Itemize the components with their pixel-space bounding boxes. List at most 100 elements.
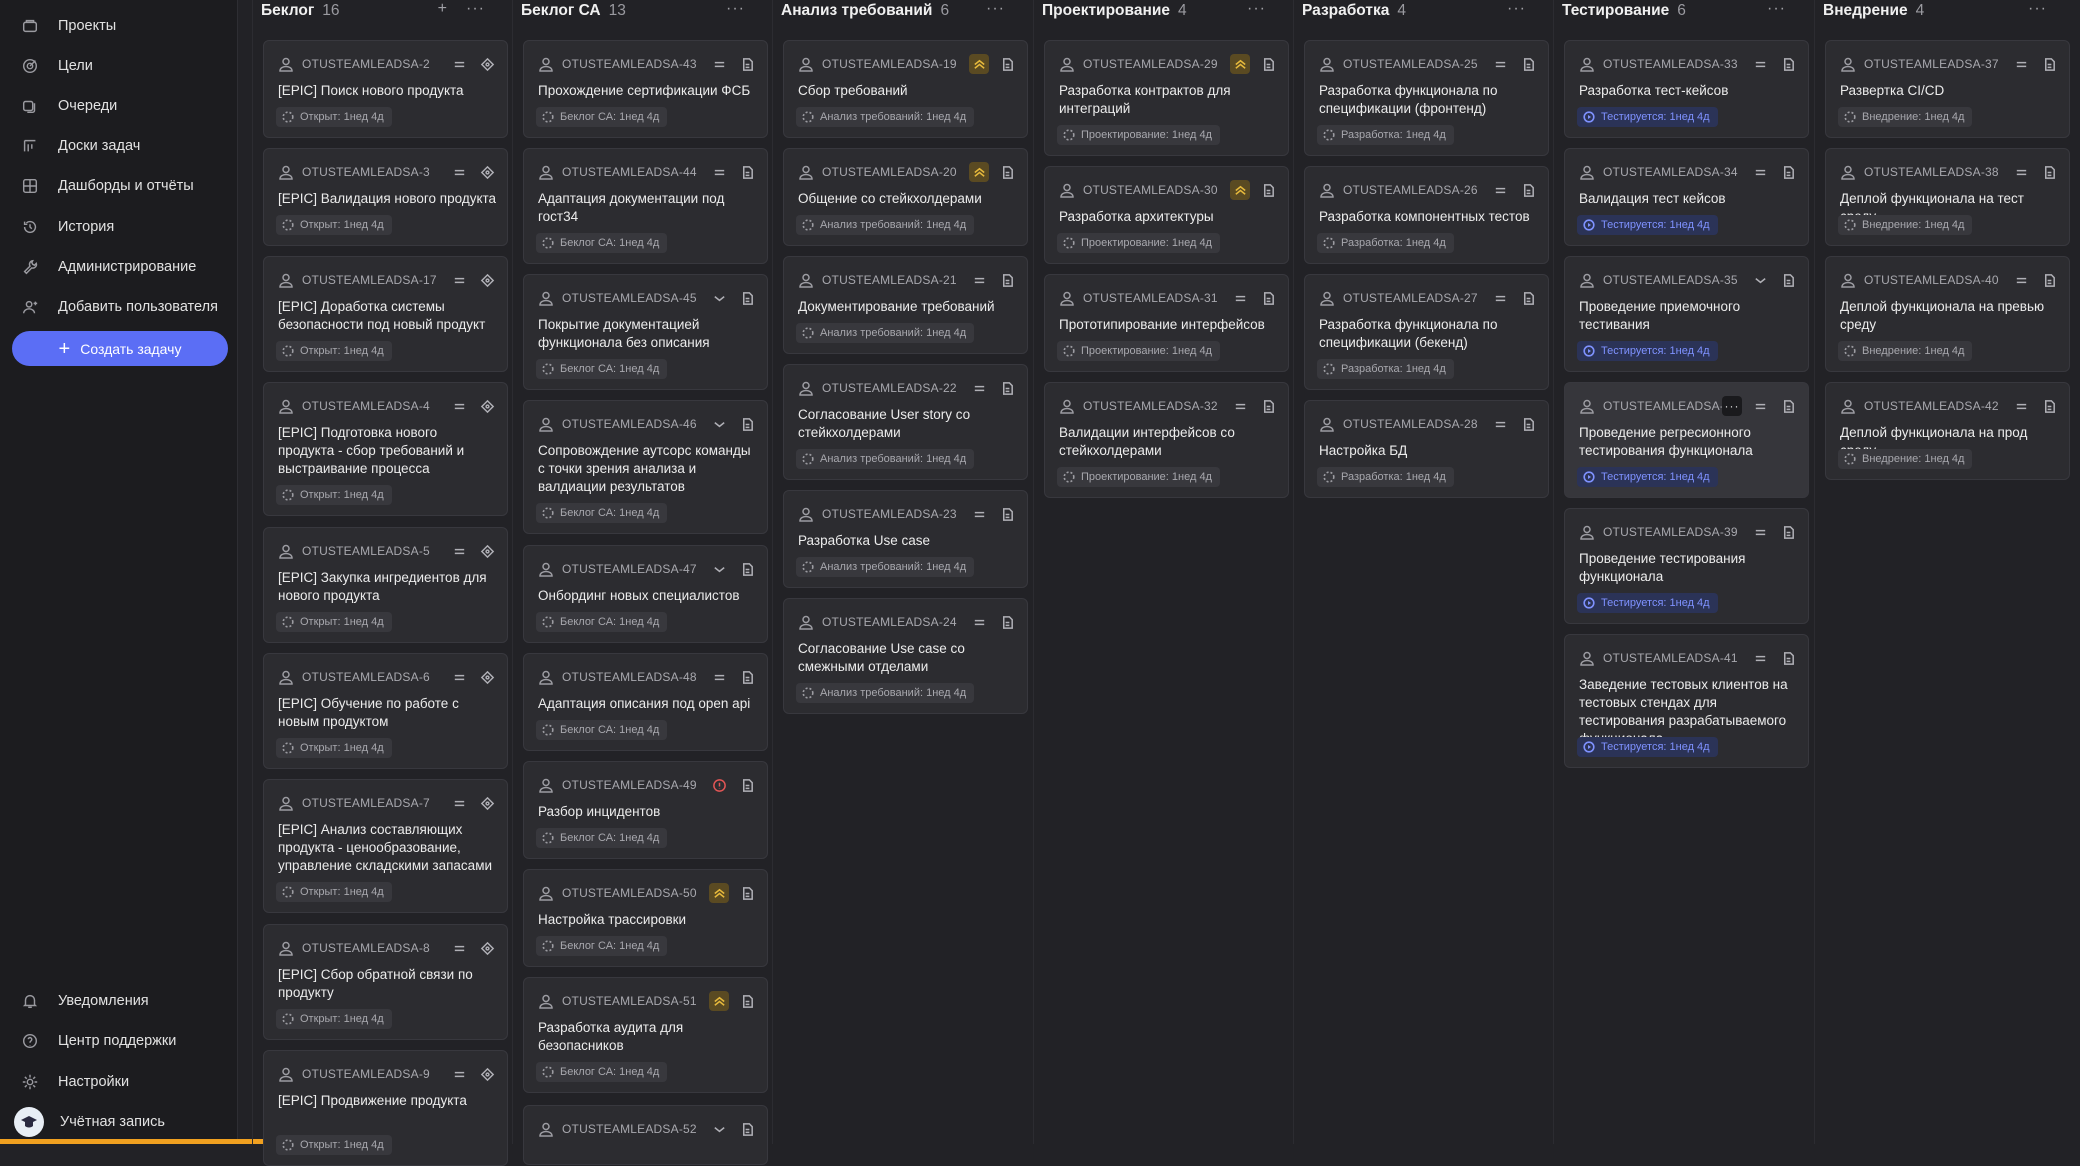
user-icon[interactable] [1319,416,1335,432]
card-key[interactable]: OTUSTEAMLEADSA-24 [822,615,957,629]
normal-priority-icon[interactable] [1230,288,1250,308]
card-key[interactable]: OTUSTEAMLEADSA-51 [562,994,697,1008]
card-key[interactable]: OTUSTEAMLEADSA-19 [822,57,957,71]
card-key[interactable]: OTUSTEAMLEADSA-25 [1343,57,1478,71]
task-card[interactable]: OTUSTEAMLEADSA-20 Общение со стейкхолдера… [783,148,1028,246]
user-icon[interactable] [798,506,814,522]
column-menu-button[interactable]: ··· [1247,0,1266,18]
normal-priority-icon[interactable] [449,54,469,74]
column-menu-button[interactable]: ··· [726,0,745,18]
column-menu-button[interactable]: ··· [2028,0,2047,18]
task-card[interactable]: OTUSTEAMLEADSA-26 Разработка компонентных… [1304,166,1549,264]
task-card[interactable]: OTUSTEAMLEADSA-40 Деплой функционала на п… [1825,256,2070,372]
critical-priority-icon[interactable] [709,775,729,795]
user-icon[interactable] [798,380,814,396]
normal-priority-icon[interactable] [1750,54,1770,74]
high-priority-icon[interactable] [1230,180,1250,200]
task-card[interactable]: OTUSTEAMLEADSA-7 [EPIC] Анализ составляющ… [263,779,508,913]
user-icon[interactable] [1319,56,1335,72]
user-icon[interactable] [1059,182,1075,198]
sidebar-item-boards[interactable]: Доски задач [20,126,230,166]
card-key[interactable]: OTUSTEAMLEADSA-45 [562,291,697,305]
column-menu-button[interactable]: ··· [466,0,485,18]
user-icon[interactable] [538,777,554,793]
user-icon[interactable] [278,1066,294,1082]
sidebar-item-account[interactable]: Учётная запись [14,1102,230,1142]
column-menu-button[interactable]: ··· [986,0,1005,18]
card-key[interactable]: OTUSTEAMLEADSA-50 [562,886,697,900]
normal-priority-icon[interactable] [1490,288,1510,308]
card-key[interactable]: OTUSTEAMLEADSA-23 [822,507,957,521]
sidebar-item-settings[interactable]: Настройки [20,1062,230,1102]
normal-priority-icon[interactable] [449,667,469,687]
high-priority-icon[interactable] [709,991,729,1011]
card-key[interactable]: OTUSTEAMLEADSA-21 [822,273,957,287]
low-priority-icon[interactable] [709,559,729,579]
user-icon[interactable] [1579,398,1595,414]
task-card[interactable]: OTUSTEAMLEADSA-39 Проведение тестирования… [1564,508,1809,624]
task-card[interactable]: OTUSTEAMLEADSA-36 ··· Проведение регресион… [1564,382,1809,498]
normal-priority-icon[interactable] [969,612,989,632]
user-icon[interactable] [1840,56,1856,72]
task-card[interactable]: OTUSTEAMLEADSA-4 [EPIC] Подготовка нового… [263,382,508,516]
task-card[interactable]: OTUSTEAMLEADSA-24 Согласование Use case с… [783,598,1028,714]
task-card[interactable]: OTUSTEAMLEADSA-45 Покрытие документацией … [523,274,768,390]
card-key[interactable]: OTUSTEAMLEADSA-3 [302,165,430,179]
normal-priority-icon[interactable] [969,504,989,524]
task-card[interactable]: OTUSTEAMLEADSA-27 Разработка функционала … [1304,274,1549,390]
normal-priority-icon[interactable] [1490,180,1510,200]
user-icon[interactable] [538,416,554,432]
card-key[interactable]: OTUSTEAMLEADSA-27 [1343,291,1478,305]
normal-priority-icon[interactable] [449,541,469,561]
card-key[interactable]: OTUSTEAMLEADSA-44 [562,165,697,179]
task-card[interactable]: OTUSTEAMLEADSA-33 Разработка тест-кейсов Т… [1564,40,1809,138]
normal-priority-icon[interactable] [2011,162,2031,182]
user-icon[interactable] [1059,398,1075,414]
user-icon[interactable] [538,56,554,72]
sidebar-item-projects[interactable]: Проекты [20,6,230,46]
task-card[interactable]: OTUSTEAMLEADSA-2 [EPIC] Поиск нового прод… [263,40,508,138]
add-card-button[interactable]: + [438,0,448,18]
user-icon[interactable] [278,398,294,414]
task-card[interactable]: OTUSTEAMLEADSA-47 Онбординг новых специал… [523,545,768,643]
sidebar-item-admin[interactable]: Администрирование [20,247,230,287]
normal-priority-icon[interactable] [449,793,469,813]
task-card[interactable]: OTUSTEAMLEADSA-21 Документирование требов… [783,256,1028,354]
user-icon[interactable] [1059,290,1075,306]
card-key[interactable]: OTUSTEAMLEADSA-26 [1343,183,1478,197]
card-key[interactable]: OTUSTEAMLEADSA-6 [302,670,430,684]
user-icon[interactable] [1579,524,1595,540]
card-key[interactable]: OTUSTEAMLEADSA-38 [1864,165,1999,179]
user-icon[interactable] [278,56,294,72]
card-key[interactable]: OTUSTEAMLEADSA-40 [1864,273,1999,287]
card-key[interactable]: OTUSTEAMLEADSA-29 [1083,57,1218,71]
task-card[interactable]: OTUSTEAMLEADSA-46 Сопровождение аутсорс к… [523,400,768,534]
task-card[interactable]: OTUSTEAMLEADSA-49 Разбор инцидентов Беклог… [523,761,768,859]
column-menu-button[interactable]: ··· [1507,0,1526,18]
normal-priority-icon[interactable] [1750,396,1770,416]
user-icon[interactable] [538,993,554,1009]
task-card[interactable]: OTUSTEAMLEADSA-34 Валидация тест кейсов Те… [1564,148,1809,246]
card-key[interactable]: OTUSTEAMLEADSA-31 [1083,291,1218,305]
card-key[interactable]: OTUSTEAMLEADSA-5 [302,544,430,558]
normal-priority-icon[interactable] [1750,648,1770,668]
task-card[interactable]: OTUSTEAMLEADSA-44 Адаптация документации … [523,148,768,264]
normal-priority-icon[interactable] [1490,414,1510,434]
task-card[interactable]: OTUSTEAMLEADSA-31 Прототипирование интерф… [1044,274,1289,372]
low-priority-icon[interactable] [709,414,729,434]
normal-priority-icon[interactable] [449,1064,469,1084]
high-priority-icon[interactable] [969,54,989,74]
sidebar-item-support[interactable]: Центр поддержки [20,1021,230,1061]
task-card[interactable]: OTUSTEAMLEADSA-32 Валидации интерфейсов с… [1044,382,1289,498]
normal-priority-icon[interactable] [449,270,469,290]
card-key[interactable]: OTUSTEAMLEADSA-4 [302,399,430,413]
column-menu-button[interactable]: ··· [1767,0,1786,18]
normal-priority-icon[interactable] [969,378,989,398]
card-key[interactable]: OTUSTEAMLEADSA-52 [562,1122,697,1136]
task-card[interactable]: OTUSTEAMLEADSA-52 [523,1105,768,1165]
sidebar-item-notifications[interactable]: Уведомления [20,981,230,1021]
task-card[interactable]: OTUSTEAMLEADSA-48 Адаптация описания под … [523,653,768,751]
user-icon[interactable] [538,885,554,901]
user-icon[interactable] [278,164,294,180]
sidebar-item-queues[interactable]: Очереди [20,86,230,126]
